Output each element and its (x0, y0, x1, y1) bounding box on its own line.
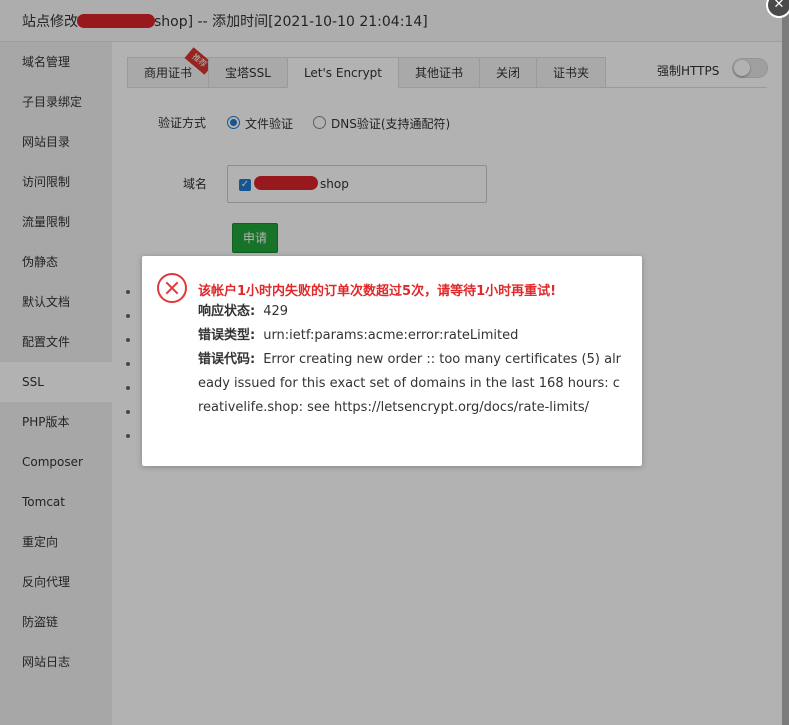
error-code-row: 错误代码: Error creating new order :: too man… (198, 348, 624, 420)
error-message-box: 该帐户1小时内失败的订单次数超过5次，请等待1小时再重试! 响应状态: 429 错… (142, 256, 642, 466)
response-status-value: 429 (263, 304, 289, 319)
error-title: 该帐户1小时内失败的订单次数超过5次，请等待1小时再重试! (198, 284, 557, 299)
error-type-value: urn:ietf:params:acme:error:rateLimited (263, 328, 519, 343)
error-type-label: 错误类型: (198, 328, 256, 343)
error-code-value: Error creating new order :: too many cer… (198, 352, 622, 415)
error-code-label: 错误代码: (198, 352, 256, 367)
response-status-label: 响应状态: (198, 304, 256, 319)
response-status-row: 响应状态: 429 (198, 300, 288, 324)
error-x-icon (157, 273, 187, 303)
error-type-row: 错误类型: urn:ietf:params:acme:error:rateLimi… (198, 324, 518, 348)
